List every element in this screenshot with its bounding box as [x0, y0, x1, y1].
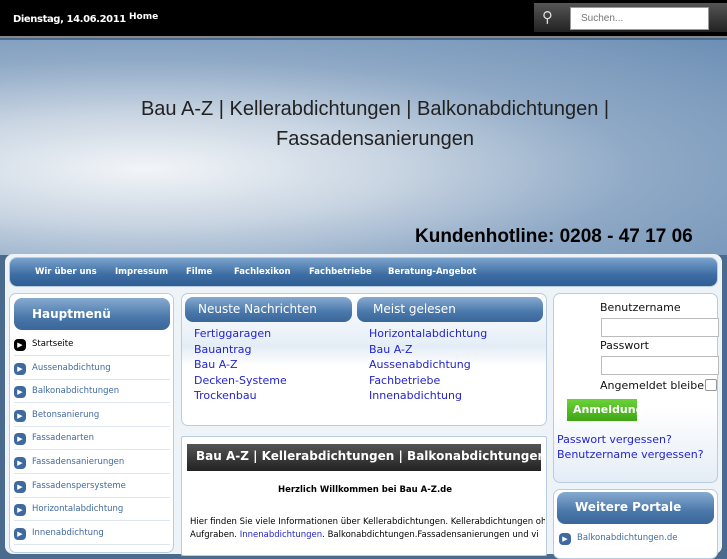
- news-link[interactable]: Trockenbau: [194, 389, 257, 402]
- menu-item-label: Innenabdichtung: [32, 527, 104, 538]
- menu-item[interactable]: ▶ Betonsanierung: [14, 404, 170, 427]
- site-title: Bau A-Z | Kellerabdichtungen | Balkonabd…: [140, 98, 610, 150]
- search-box: ⚲: [534, 3, 727, 32]
- menu-item-label: Balkonabdichtungen: [32, 386, 120, 397]
- nav-impressum[interactable]: Impressum: [115, 267, 168, 277]
- remember-label: Angemeldet bleiben: [600, 379, 711, 392]
- popular-title: Meist gelesen: [373, 302, 456, 316]
- play-icon: ▶: [14, 457, 26, 469]
- menu-item-label: Fassadenspersysteme: [32, 480, 126, 491]
- text: . Balkonabdichtungen.Fassadensanierungen…: [322, 530, 539, 540]
- username-input[interactable]: [601, 318, 719, 337]
- menu-item[interactable]: ▶ Fassadenarten: [14, 427, 170, 451]
- username-label: Benutzername: [600, 301, 681, 314]
- forgot-password-link[interactable]: Passwort vergessen?: [557, 433, 672, 446]
- news-link[interactable]: Bau A-Z: [194, 358, 238, 371]
- password-label: Passwort: [600, 339, 649, 352]
- popular-link[interactable]: Bau A-Z: [369, 343, 413, 356]
- menu-item[interactable]: ▶ Fassadenspersysteme: [14, 475, 170, 498]
- play-icon: ▶: [14, 527, 26, 540]
- main-menu-header: Hauptmenü: [14, 298, 170, 330]
- menu-item[interactable]: ▶ Fassadensanierungen: [14, 451, 170, 474]
- remember-checkbox[interactable]: [705, 379, 717, 391]
- innenabdichtungen-link[interactable]: Innenabdichtungen: [240, 530, 322, 540]
- text: Aufgraben.: [190, 530, 240, 540]
- login-button[interactable]: Anmeldung: [567, 399, 643, 421]
- portal-label: Balkonabdichtungen.de: [577, 533, 678, 543]
- menu-item[interactable]: ▶ Aussenabdichtung: [14, 357, 170, 380]
- article-line-1: Hier finden Sie viele Informationen über…: [190, 517, 545, 527]
- date-text: Dienstag, 14.06.2011: [13, 14, 126, 25]
- top-bar: Dienstag, 14.06.2011 Home ⚲: [0, 0, 727, 38]
- play-icon: ▶: [14, 386, 26, 399]
- news-header: Neuste Nachrichten: [185, 297, 352, 322]
- popular-link[interactable]: Innenabdichtung: [369, 389, 462, 402]
- article-title: Bau A-Z | Kellerabdichtungen | Balkonabd…: [187, 444, 541, 471]
- home-link[interactable]: Home: [129, 12, 158, 22]
- welcome-text: Herzlich Willkommen bei Bau A-Z.de: [277, 485, 453, 495]
- news-link[interactable]: Fertiggaragen: [194, 327, 271, 340]
- play-icon: ▶: [14, 362, 26, 375]
- menu-item-label: Startseite: [32, 339, 74, 349]
- popular-link[interactable]: Horizontalabdichtung: [369, 327, 487, 340]
- search-input[interactable]: [570, 7, 709, 30]
- menu-item-label: Aussenabdichtung: [32, 362, 111, 373]
- menu-item[interactable]: ▶ Balkonabdichtungen: [14, 380, 170, 404]
- nav-fachlexikon[interactable]: Fachlexikon: [234, 267, 291, 277]
- popular-header: Meist gelesen: [357, 297, 543, 322]
- nav-filme[interactable]: Filme: [186, 267, 212, 277]
- main-nav: Wir über uns Impressum Filme Fachlexikon…: [9, 257, 718, 287]
- password-input[interactable]: [601, 356, 719, 375]
- nav-fachbetriebe[interactable]: Fachbetriebe: [309, 267, 372, 277]
- portal-item[interactable]: ▶ Balkonabdichtungen.de: [559, 529, 715, 552]
- header-banner: Bau A-Z | Kellerabdichtungen | Balkonabd…: [0, 40, 727, 255]
- article-line-2: Aufgraben. Innenabdichtungen. Balkonabdi…: [190, 530, 545, 540]
- main-menu-title: Hauptmenü: [32, 307, 111, 321]
- menu-item[interactable]: ▶ Innenabdichtung: [14, 522, 170, 545]
- news-link[interactable]: Decken-Systeme: [194, 374, 287, 387]
- news-link[interactable]: Bauantrag: [194, 343, 252, 356]
- portals-header: Weitere Portale: [557, 492, 714, 524]
- play-icon: ▶: [14, 433, 26, 446]
- menu-item-label: Betonsanierung: [32, 409, 100, 420]
- menu-item[interactable]: ▶ Horizontalabdichtung: [14, 498, 170, 522]
- menu-item-label: Fassadenarten: [32, 433, 95, 444]
- magnifier-icon[interactable]: ⚲: [542, 8, 553, 26]
- hotline: Kundenhotline: 0208 - 47 17 06: [415, 226, 693, 247]
- popular-link[interactable]: Aussenabdichtung: [369, 358, 471, 371]
- play-icon: ▶: [14, 480, 26, 493]
- article: Bau A-Z | Kellerabdichtungen | Balkonabd…: [181, 436, 547, 556]
- news-title: Neuste Nachrichten: [198, 302, 317, 316]
- portals-title: Weitere Portale: [575, 500, 682, 514]
- popular-link[interactable]: Fachbetriebe: [369, 374, 440, 387]
- menu-item-label: Fassadensanierungen: [32, 457, 125, 467]
- play-icon: ▶: [14, 504, 26, 517]
- play-icon: ▶: [14, 339, 26, 351]
- forgot-username-link[interactable]: Benutzername vergessen?: [557, 448, 704, 461]
- play-icon: ▶: [14, 409, 26, 422]
- menu-item[interactable]: ▶ Startseite: [14, 333, 170, 356]
- play-icon: ▶: [559, 533, 571, 545]
- menu-item-label: Horizontalabdichtung: [32, 504, 124, 515]
- nav-beratung-angebot[interactable]: Beratung-Angebot: [388, 267, 476, 277]
- nav-wir-ueber-uns[interactable]: Wir über uns: [35, 267, 97, 277]
